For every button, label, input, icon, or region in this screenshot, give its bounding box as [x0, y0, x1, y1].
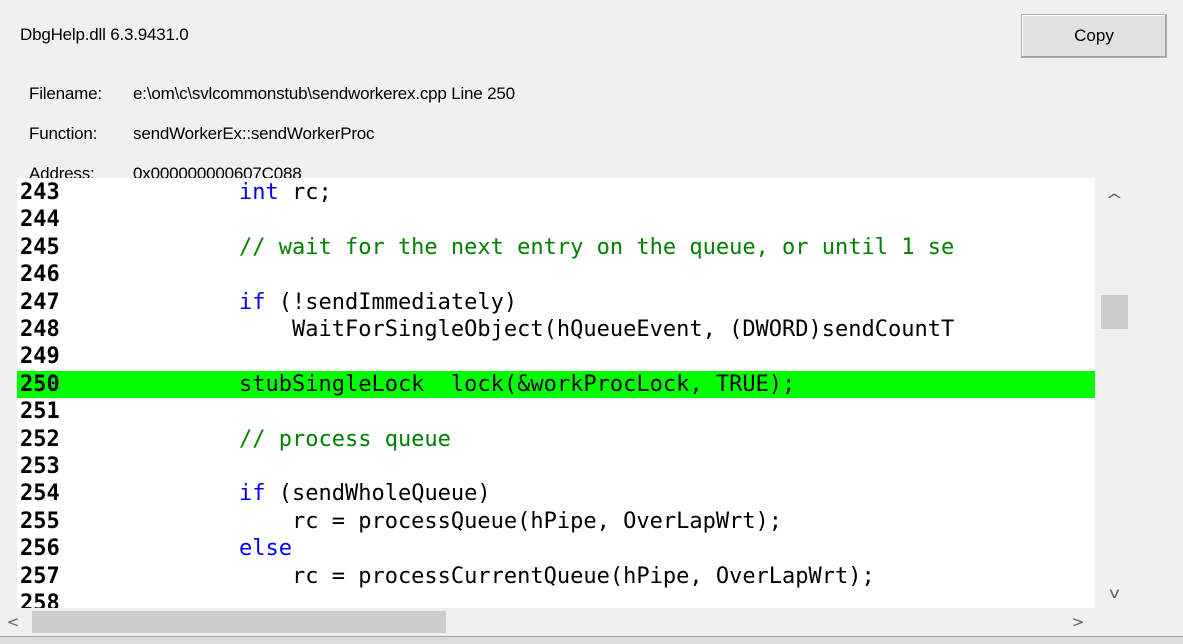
scroll-left-glyph: < — [6, 613, 20, 631]
code-text-rest: rc; — [278, 180, 332, 205]
code-text: rc = processQueue(hPipe, OverLapWrt); — [239, 508, 782, 535]
code-line: 249 — [17, 343, 1095, 370]
code-statement: stubSingleLock lock(&workProcLock, TRUE)… — [239, 371, 796, 397]
code-keyword: if — [239, 481, 266, 507]
vertical-scroll-thumb[interactable] — [1101, 295, 1128, 329]
code-line: 251 — [17, 398, 1095, 425]
source-code-view[interactable]: 243 int rc; 244 245 // wait for the next ent… — [17, 178, 1095, 608]
filename-value: e:\om\c\svlcommonstub\sendworkerex.cpp L… — [133, 84, 515, 103]
line-number: 245 — [20, 234, 60, 260]
scroll-up-glyph: ^ — [1105, 191, 1123, 209]
code-comment: // process queue — [239, 426, 451, 452]
vertical-scrollbar[interactable] — [1095, 178, 1129, 608]
line-number: 255 — [20, 508, 60, 534]
function-label: Function: — [29, 124, 98, 143]
code-text: else — [239, 535, 292, 562]
line-number: 257 — [20, 563, 60, 589]
code-line: 258 — [17, 590, 1095, 608]
scroll-left-icon[interactable]: < — [3, 612, 23, 632]
code-line: 254 if (sendWholeQueue) — [17, 480, 1095, 507]
code-line: 248 WaitForSingleObject(hQueueEvent, (DW… — [17, 316, 1095, 343]
code-statement: WaitForSingleObject(hQueueEvent, (DWORD)… — [239, 317, 955, 342]
code-line: 250 stubSingleLock lock(&workProcLock, TR… — [17, 370, 1095, 398]
code-line: 252 // process queue — [17, 426, 1095, 453]
horizontal-scroll-thumb[interactable] — [32, 611, 446, 633]
code-keyword: int — [239, 180, 279, 205]
function-value: sendWorkerEx::sendWorkerProc — [133, 124, 375, 143]
line-number: 251 — [20, 399, 60, 425]
line-number: 246 — [20, 262, 60, 288]
scroll-up-icon[interactable]: ^ — [1104, 190, 1124, 210]
code-text-rest: (!sendImmediately) — [265, 289, 518, 315]
scroll-right-icon[interactable]: > — [1068, 612, 1088, 632]
line-number: 247 — [20, 289, 60, 315]
code-statement: rc = processCurrentQueue(hPipe, OverLapW… — [239, 563, 875, 589]
code-keyword: else — [239, 536, 292, 562]
code-line: 244 — [17, 206, 1095, 233]
line-number: 252 — [20, 426, 60, 452]
line-number: 253 — [20, 454, 60, 479]
code-line: 246 — [17, 261, 1095, 288]
code-text: stubSingleLock lock(&workProcLock, TRUE)… — [239, 371, 795, 398]
filename-row: Filename: e:\om\c\svlcommonstub\sendworke… — [20, 64, 515, 104]
scroll-right-glyph: > — [1071, 613, 1085, 631]
scroll-down-icon[interactable]: v — [1104, 583, 1124, 603]
function-row: Function: sendWorkerEx::sendWorkerProc — [20, 104, 375, 144]
line-number: 250 — [20, 371, 60, 397]
scroll-down-glyph: v — [1108, 584, 1120, 602]
line-number: 254 — [20, 481, 60, 507]
code-line: 247 if (!sendImmediately) — [17, 289, 1095, 316]
code-line: 253 — [17, 453, 1095, 480]
code-line: 245 // wait for the next entry on the que… — [17, 234, 1095, 261]
code-text: rc = processCurrentQueue(hPipe, OverLapW… — [239, 563, 875, 590]
code-text: int rc; — [239, 179, 332, 206]
code-text-rest: (sendWholeQueue) — [265, 481, 491, 507]
code-text: // process queue — [239, 426, 451, 453]
line-number: 244 — [20, 207, 60, 233]
code-keyword: if — [239, 289, 266, 315]
dll-version: DbgHelp.dll 6.3.9431.0 — [20, 25, 189, 44]
code-statement: rc = processQueue(hPipe, OverLapWrt); — [239, 508, 783, 534]
code-comment: // wait for the next entry on the queue,… — [239, 234, 955, 260]
code-line: 257 rc = processCurrentQueue(hPipe, Over… — [17, 563, 1095, 590]
code-text: // wait for the next entry on the queue,… — [239, 234, 954, 261]
line-number: 249 — [20, 344, 60, 370]
copy-button[interactable]: Copy — [1021, 14, 1167, 58]
code-line: 255 rc = processQueue(hPipe, OverLapWrt)… — [17, 508, 1095, 535]
line-number: 243 — [20, 180, 60, 205]
code-text: if (!sendImmediately) — [239, 289, 517, 316]
line-number: 256 — [20, 536, 60, 562]
code-text: if (sendWholeQueue) — [239, 480, 491, 507]
code-line: 243 int rc; — [17, 179, 1095, 206]
filename-label: Filename: — [29, 84, 102, 103]
code-text: WaitForSingleObject(hQueueEvent, (DWORD)… — [239, 316, 954, 343]
code-line: 256 else — [17, 535, 1095, 562]
line-number: 258 — [20, 591, 60, 608]
line-number: 248 — [20, 317, 60, 342]
